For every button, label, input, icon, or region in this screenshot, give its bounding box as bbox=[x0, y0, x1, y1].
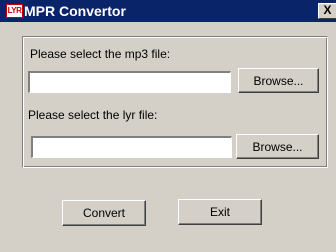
close-icon: X bbox=[323, 3, 332, 17]
lyr-file-label: Please select the lyr file: bbox=[28, 108, 158, 122]
window-title: MPR Convertor bbox=[24, 3, 126, 19]
close-button[interactable]: X bbox=[318, 3, 336, 19]
mpr-convertor-window: LYR MPR Convertor X Please select the mp… bbox=[0, 0, 336, 252]
mp3-file-input[interactable] bbox=[28, 71, 231, 93]
exit-button[interactable]: Exit bbox=[178, 199, 262, 225]
title-bar[interactable]: LYR MPR Convertor X bbox=[0, 0, 336, 22]
mp3-file-label: Please select the mp3 file: bbox=[30, 47, 171, 61]
lyr-app-icon: LYR bbox=[6, 4, 23, 18]
lyr-file-input[interactable] bbox=[31, 136, 232, 158]
convert-button[interactable]: Convert bbox=[62, 200, 146, 226]
lyr-browse-button[interactable]: Browse... bbox=[236, 134, 319, 159]
mp3-browse-button[interactable]: Browse... bbox=[238, 68, 319, 93]
